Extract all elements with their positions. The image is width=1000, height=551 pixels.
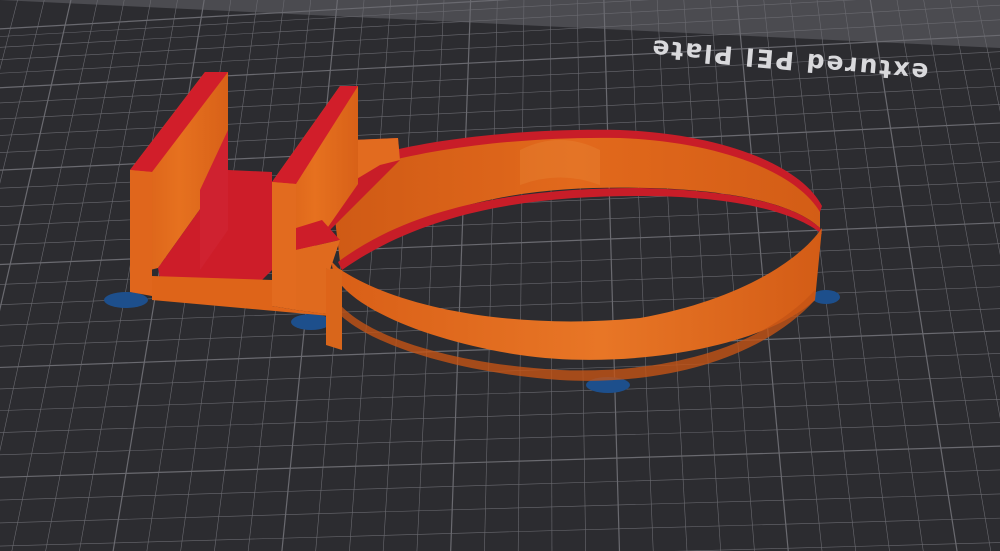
brim-ear — [291, 314, 331, 330]
brim-ear — [812, 290, 840, 304]
bracket-left-wall-front — [130, 170, 152, 296]
bracket-middle-wall-front — [272, 182, 296, 310]
brim-ear — [104, 292, 148, 308]
3d-viewport[interactable]: extured PEI Plate — [0, 0, 1000, 551]
